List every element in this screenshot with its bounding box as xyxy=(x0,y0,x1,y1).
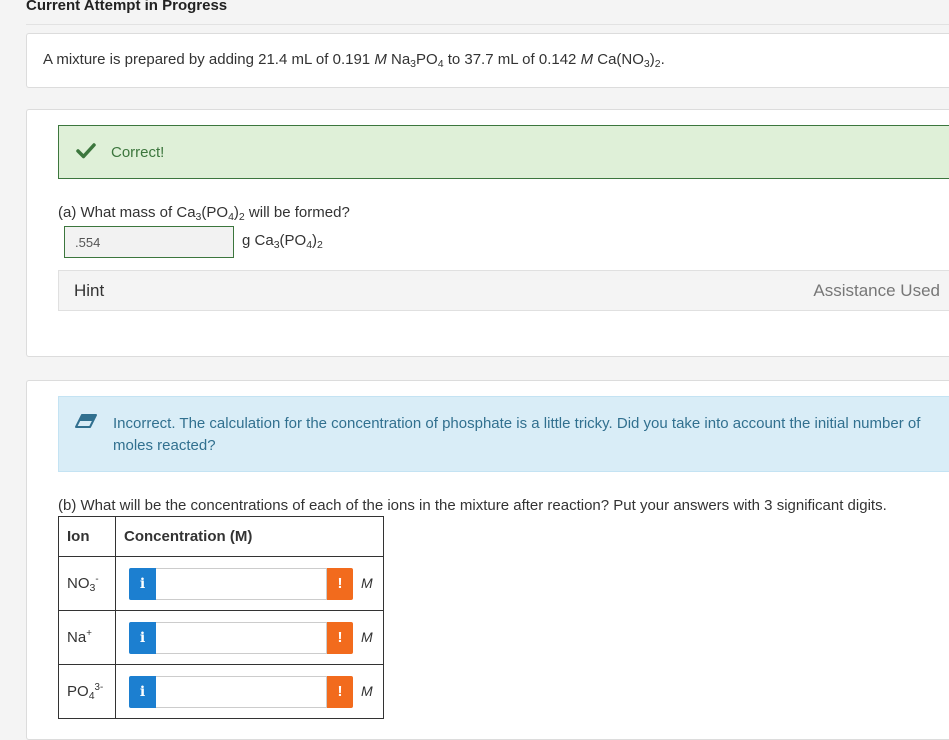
hint-label[interactable]: Hint xyxy=(74,281,104,301)
ion-label-nitrate: NO3- xyxy=(58,556,116,611)
incorrect-feedback-banner: Incorrect. The calculation for the conce… xyxy=(58,396,949,472)
table-row: PO43- i ! M xyxy=(58,664,384,719)
exclamation-icon[interactable]: ! xyxy=(327,622,353,654)
table-row: NO3- i ! M xyxy=(58,556,384,611)
table-header-row: Ion Concentration (M) xyxy=(58,516,384,557)
hint-bar[interactable]: Hint Assistance Used xyxy=(58,270,949,311)
eraser-icon xyxy=(75,414,97,428)
correct-feedback-text: Correct! xyxy=(111,144,165,161)
header-concentration: Concentration (M) xyxy=(115,516,384,557)
part-a-answer-unit: g Ca3(PO4)2 xyxy=(242,232,323,251)
info-icon[interactable]: i xyxy=(129,622,156,654)
problem-prompt: A mixture is prepared by adding 21.4 mL … xyxy=(43,51,665,70)
part-b-card: Incorrect. The calculation for the conce… xyxy=(26,380,949,740)
unit-label: M xyxy=(361,575,373,591)
ion-concentration-table: Ion Concentration (M) NO3- i ! M Na+ i !… xyxy=(58,516,384,719)
sodium-concentration-input[interactable] xyxy=(156,622,327,654)
incorrect-feedback-text: Incorrect. The calculation for the conce… xyxy=(113,415,921,454)
phosphate-concentration-input[interactable] xyxy=(156,676,327,708)
ion-label-sodium: Na+ xyxy=(58,610,116,665)
concentration-cell: i ! M xyxy=(115,664,384,719)
unit-label: M xyxy=(361,683,373,699)
assistance-used-label: Assistance Used xyxy=(813,281,940,300)
concentration-cell: i ! M xyxy=(115,556,384,611)
header-ion: Ion xyxy=(58,516,116,557)
info-icon[interactable]: i xyxy=(129,676,156,708)
nitrate-concentration-input[interactable] xyxy=(156,568,327,600)
exclamation-icon[interactable]: ! xyxy=(327,568,353,600)
title-divider xyxy=(26,24,949,25)
table-row: Na+ i ! M xyxy=(58,610,384,665)
page-title: Current Attempt in Progress xyxy=(26,0,228,14)
concentration-cell: i ! M xyxy=(115,610,384,665)
ion-label-phosphate: PO43- xyxy=(58,664,116,719)
part-a-card: Correct! (a) What mass of Ca3(PO4)2 will… xyxy=(26,109,949,357)
problem-statement-card: A mixture is prepared by adding 21.4 mL … xyxy=(26,33,949,88)
unit-label: M xyxy=(361,629,373,645)
info-icon[interactable]: i xyxy=(129,568,156,600)
part-b-question: (b) What will be the concentrations of e… xyxy=(58,497,887,514)
checkmark-icon xyxy=(76,143,96,159)
part-a-question: (a) What mass of Ca3(PO4)2 will be forme… xyxy=(58,204,350,223)
correct-feedback-banner: Correct! xyxy=(58,125,949,179)
part-a-answer-field[interactable]: .554 xyxy=(64,226,234,258)
exclamation-icon[interactable]: ! xyxy=(327,676,353,708)
